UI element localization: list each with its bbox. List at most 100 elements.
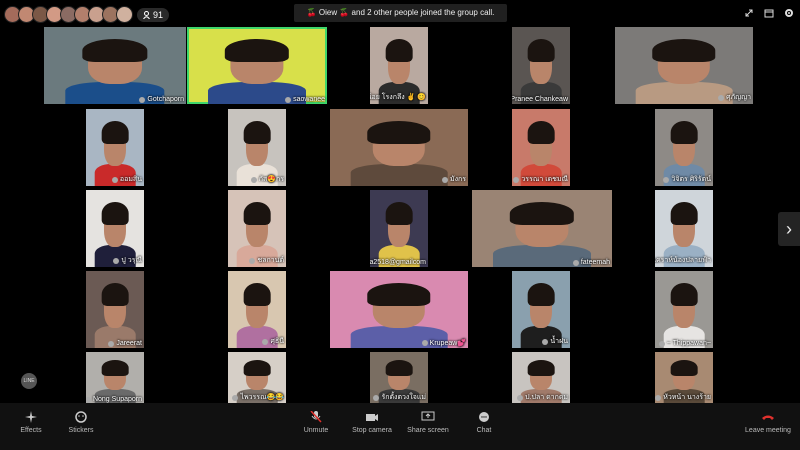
chat-label: Chat [476,427,492,434]
sparkle-icon [25,411,37,423]
participant-name: ศุธินี [270,338,284,345]
mic-muted-icon [542,338,549,345]
video-tile[interactable]: saowanee [187,27,327,104]
participant-hair [101,283,129,307]
video-tile[interactable]: fateemah [472,190,612,267]
participant-name: น้ำฝน [550,338,568,345]
participant-name-label: วรรณา เดชมณี [513,174,568,185]
participant-hair [367,121,431,145]
participant-name-label: Krupeaw💕 [421,339,466,347]
participant-hair [101,121,129,145]
participant-name-label: ~ Thippawan~ [658,340,711,347]
participant-avatars[interactable]: 91 [4,6,170,23]
participant-name: Jareerat [116,340,142,347]
stickers-button[interactable]: Stickers [51,411,111,434]
participant-name: ออมสิน [119,176,142,183]
participant-name: Gotchaporn [147,96,184,103]
unmute-button[interactable]: Unmute [286,411,346,434]
participant-name-label: น้ำฝน [542,336,568,347]
video-tile[interactable]: กัส😍กร [228,109,286,186]
next-page-button[interactable]: › [778,212,800,246]
participant-hair [527,39,555,63]
participant-hair [101,202,129,226]
participant-body [350,164,448,186]
video-tile[interactable]: Kochana2518@gmailcom [370,190,428,267]
sticker-icon [75,411,87,423]
video-tile[interactable]: วรรณา เดชมณี [512,109,570,186]
participant-name-label: saowanee [285,96,325,103]
participant-name-label: วิจิตร ศิริรัตน์ [663,174,711,185]
participant-name: วิจิตร ศิริรัตน์ [671,176,711,183]
participant-hair [385,39,413,63]
mic-muted-icon [108,340,115,347]
participant-name: รักตั้งตวงใจแม่ [381,394,426,401]
video-tile[interactable]: ออมสิน [86,109,144,186]
participant-name-label: กัส😍กร [250,174,284,185]
video-tile[interactable]: ~ Thippawan~ [655,271,713,348]
share-screen-button[interactable]: Share screen [398,411,458,434]
participant-name-label: หัวหน้า นางร้าย [655,392,711,403]
join-notice: 🍒 Oiew 🍒 and 2 other people joined the g… [294,4,507,22]
mic-muted-icon [658,340,665,347]
video-tile[interactable]: วิจิตร ศิริรัตน์ [655,109,713,186]
chat-button[interactable]: Chat [454,411,514,434]
mic-muted-icon [285,96,292,103]
participant-name: ชลกานต์ [257,257,284,264]
participant-hair [527,283,555,307]
mic-muted-icon [373,394,380,401]
video-tile[interactable]: Krupeaw💕 [330,271,468,348]
participant-name: Nong Supaporn [92,396,142,403]
video-tile[interactable]: ชมนคราห์น้องปลายฟ้า [655,190,713,267]
calendar-icon[interactable] [764,8,774,18]
participant-name: เจนน้อย โรงกลึง ✌ 😊 [370,94,426,101]
video-tile[interactable]: หัวหน้า นางร้าย [655,352,713,404]
leave-meeting-label: Leave meeting [745,427,791,434]
video-tile[interactable]: Jareerat [86,271,144,348]
participant-name-label: มังกร [441,174,466,185]
video-tile[interactable]: รักตั้งตวงใจแม่ [370,352,428,404]
mic-muted-icon [232,394,239,401]
participant-hair [527,121,555,145]
participant-name-label: ปู วรุณี [113,255,142,266]
leave-meeting-button[interactable]: Leave meeting [738,411,798,434]
participant-name-label: ชลกานต์ [249,255,284,266]
video-tile[interactable]: เจนน้อย โรงกลึง ✌ 😊 [370,27,428,104]
participant-name-label: Jareerat [108,340,142,347]
mic-muted-icon [249,257,256,264]
participant-count-badge[interactable]: 91 [137,7,170,22]
video-tile[interactable]: ไพวรรณ😂😂 [228,352,286,404]
participant-name: Kochana2518@gmailcom [370,259,426,266]
share-screen-label: Share screen [407,427,449,434]
participant-hair [224,39,290,63]
video-tile[interactable]: ศุภัญญา [615,27,753,104]
stickers-label: Stickers [68,427,94,434]
video-tile[interactable]: ชลกานต์ [228,190,286,267]
mic-muted-icon [111,176,118,183]
chat-icon [479,412,489,422]
participant-hair [243,283,271,307]
participant-hair [509,202,575,226]
participant-hair [670,202,698,226]
window-controls [744,8,794,18]
mic-muted-icon [86,396,91,403]
minimize-icon[interactable] [744,8,754,18]
participant-name-label: Gotchaporn [139,96,184,103]
video-tile[interactable]: Gotchaporn [44,27,186,104]
participant-name: ชมนคราห์น้องปลายฟ้า [655,257,711,264]
mic-off-icon [310,411,322,423]
participant-name: ไพวรรณ😂😂 [240,394,284,401]
participant-name: กัส😍กร [258,176,284,183]
video-tile[interactable]: มังกร [330,109,468,186]
video-tile[interactable]: Nong Supaporn [86,352,144,404]
video-tile[interactable]: Pranee Chankeaw [512,27,570,104]
participant-avatar [116,6,133,23]
gear-icon[interactable] [784,8,794,18]
participant-name: saowanee [293,96,325,103]
video-tile[interactable]: ศุธินี [228,271,286,348]
video-tile[interactable]: ปู วรุณี [86,190,144,267]
video-tile[interactable]: น้ำฝน [512,271,570,348]
stop-camera-button[interactable]: Stop camera [342,411,402,434]
participant-hair [243,121,271,145]
video-tile[interactable]: ป.ปลา ดากดม [512,352,570,404]
participant-name-label: รักตั้งตวงใจแม่ [373,392,426,403]
